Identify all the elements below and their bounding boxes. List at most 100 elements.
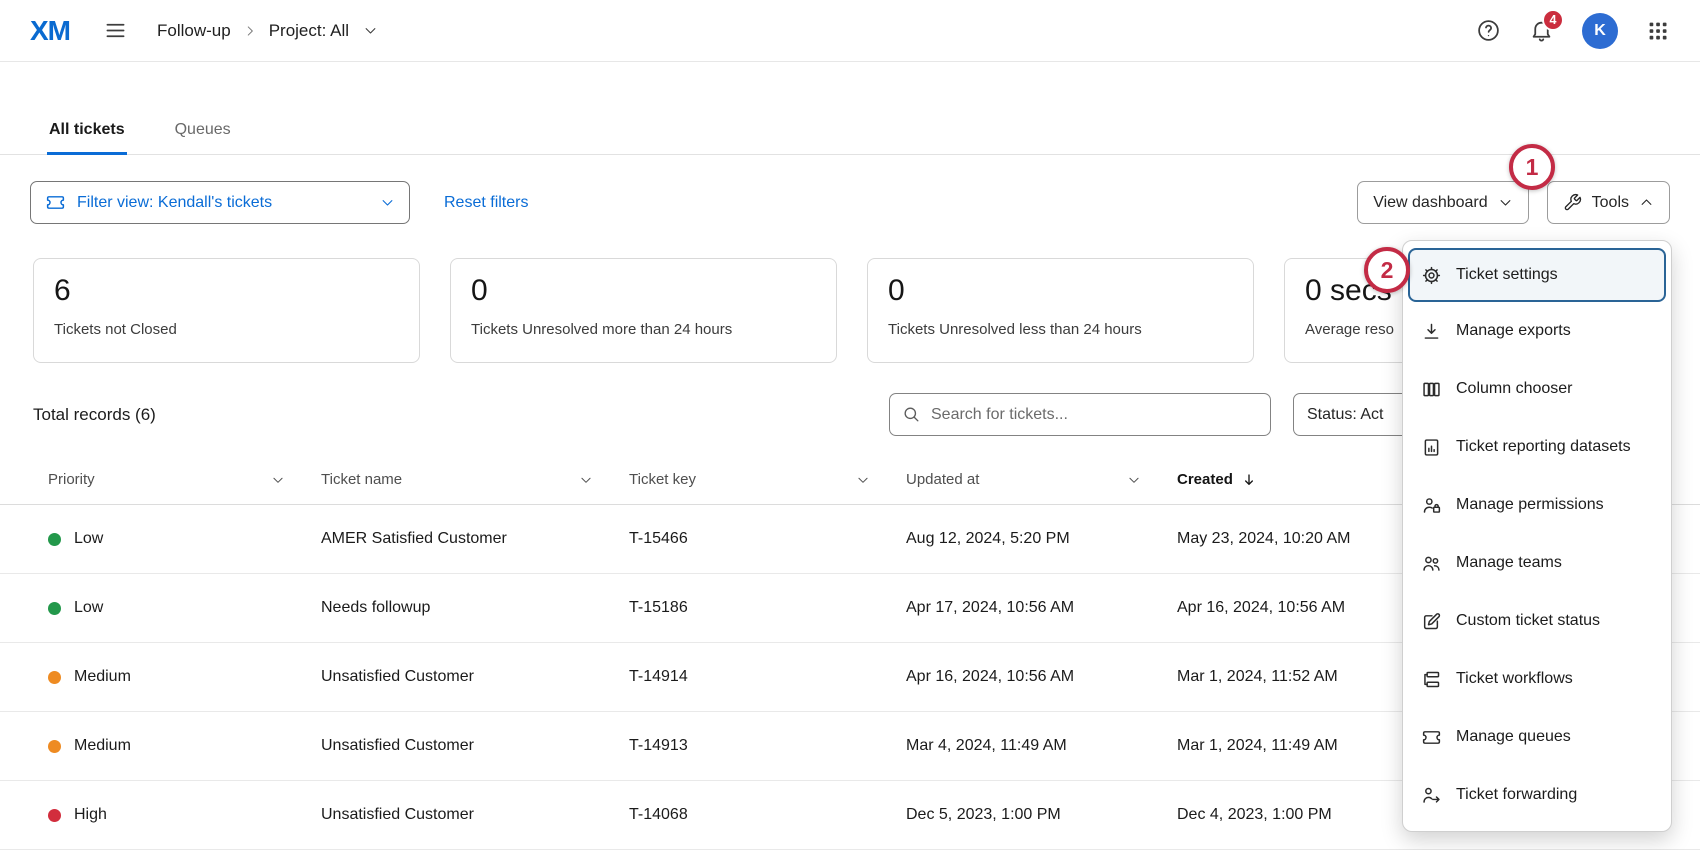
top-bar: XM Follow-up Project: All [0, 0, 1700, 62]
app-window: XM Follow-up Project: All [0, 0, 1700, 850]
priority-label: Medium [74, 737, 131, 755]
download-icon [1421, 321, 1442, 342]
menu-item-label: Manage teams [1456, 554, 1562, 572]
help-icon[interactable] [1476, 18, 1501, 43]
updated-at: Mar 4, 2024, 11:49 AM [906, 737, 1177, 755]
stat-label: Tickets Unresolved more than 24 hours [471, 321, 816, 338]
stat-card-unresolved-less-24h: 0 Tickets Unresolved less than 24 hours [867, 258, 1254, 363]
updated-at: Aug 12, 2024, 5:20 PM [906, 530, 1177, 548]
menu-item-manage-teams[interactable]: Manage teams [1403, 534, 1671, 592]
filter-view-dropdown[interactable]: Filter view: Kendall's tickets [30, 181, 410, 224]
priority-dot [48, 533, 61, 546]
avatar[interactable]: K [1582, 13, 1618, 49]
menu-item-ticket-reporting-datasets[interactable]: Ticket reporting datasets [1403, 418, 1671, 476]
priority-label: Low [74, 599, 103, 617]
forward-person-icon [1421, 785, 1442, 806]
columns-icon [1421, 379, 1442, 400]
chevron-down-icon [271, 473, 285, 487]
filter-row: Filter view: Kendall's tickets Reset fil… [30, 181, 1670, 224]
chevron-down-icon [380, 195, 395, 210]
ticket-key: T-14068 [629, 806, 906, 824]
workflow-icon [1421, 669, 1442, 690]
xm-logo: XM [30, 15, 70, 47]
view-dashboard-label: View dashboard [1373, 194, 1487, 212]
ticket-key: T-15186 [629, 599, 906, 617]
tab-queues[interactable]: Queues [173, 121, 233, 154]
column-label: Updated at [906, 471, 979, 488]
stat-value: 0 [888, 274, 1233, 308]
menu-item-ticket-workflows[interactable]: Ticket workflows [1403, 650, 1671, 708]
menu-item-label: Custom ticket status [1456, 612, 1600, 630]
notifications-bell-icon[interactable]: 4 [1529, 18, 1554, 43]
column-header-priority[interactable]: Priority [48, 471, 321, 488]
ticket-key: T-14913 [629, 737, 906, 755]
stat-value: 6 [54, 274, 399, 308]
menu-item-column-chooser[interactable]: Column chooser [1403, 360, 1671, 418]
edit-icon [1421, 611, 1442, 632]
stat-label: Tickets Unresolved less than 24 hours [888, 321, 1233, 338]
chevron-down-icon [1127, 473, 1141, 487]
column-header-ticket-key[interactable]: Ticket key [629, 471, 906, 488]
annotation-step-1: 1 [1509, 144, 1555, 190]
priority-label: Medium [74, 668, 131, 686]
breadcrumb: Follow-up Project: All [157, 21, 378, 41]
priority-dot [48, 671, 61, 684]
menu-item-label: Ticket reporting datasets [1456, 438, 1631, 456]
menu-item-custom-ticket-status[interactable]: Custom ticket status [1403, 592, 1671, 650]
menu-item-label: Manage queues [1456, 728, 1571, 746]
column-header-ticket-name[interactable]: Ticket name [321, 471, 629, 488]
chevron-down-icon [579, 473, 593, 487]
person-lock-icon [1421, 495, 1442, 516]
menu-item-label: Ticket forwarding [1456, 786, 1577, 804]
priority-label: High [74, 806, 107, 824]
tools-button[interactable]: Tools [1547, 181, 1670, 224]
stat-card-unresolved-more-24h: 0 Tickets Unresolved more than 24 hours [450, 258, 837, 363]
menu-item-manage-queues[interactable]: Manage queues [1403, 708, 1671, 766]
filter-view-label: Filter view: Kendall's tickets [77, 194, 369, 212]
status-filter-label: Status: Act [1307, 406, 1383, 424]
gear-icon [1421, 265, 1442, 286]
report-icon [1421, 437, 1442, 458]
column-label: Ticket name [321, 471, 402, 488]
chevron-down-icon[interactable] [363, 23, 378, 38]
search-input[interactable] [931, 406, 1258, 424]
people-icon [1421, 553, 1442, 574]
search-icon [902, 405, 921, 424]
updated-at: Apr 17, 2024, 10:56 AM [906, 599, 1177, 617]
menu-item-label: Manage exports [1456, 322, 1571, 340]
updated-at: Dec 5, 2023, 1:00 PM [906, 806, 1177, 824]
ticket-icon [45, 192, 66, 213]
ticket-key: T-15466 [629, 530, 906, 548]
apps-grid-icon[interactable] [1646, 19, 1670, 43]
menu-item-label: Manage permissions [1456, 496, 1604, 514]
reset-filters-link[interactable]: Reset filters [444, 194, 528, 212]
priority-dot [48, 809, 61, 822]
view-dashboard-button[interactable]: View dashboard [1357, 181, 1528, 224]
menu-item-manage-permissions[interactable]: Manage permissions [1403, 476, 1671, 534]
column-label: Created [1177, 471, 1233, 488]
priority-label: Low [74, 530, 103, 548]
ticket-search[interactable] [889, 393, 1271, 436]
breadcrumb-section[interactable]: Follow-up [157, 21, 231, 41]
priority-dot [48, 602, 61, 615]
menu-item-ticket-settings[interactable]: Ticket settings [1408, 248, 1666, 302]
menu-item-label: Ticket workflows [1456, 670, 1573, 688]
stat-card-tickets-not-closed: 6 Tickets not Closed [33, 258, 420, 363]
breadcrumb-project[interactable]: Project: All [269, 21, 349, 41]
annotation-step-2: 2 [1364, 247, 1410, 293]
column-label: Ticket key [629, 471, 696, 488]
stat-label: Tickets not Closed [54, 321, 399, 338]
menu-item-ticket-forwarding[interactable]: Ticket forwarding [1403, 766, 1671, 824]
chevron-up-icon [1639, 195, 1654, 210]
hamburger-menu-icon[interactable] [104, 19, 127, 42]
tools-label: Tools [1592, 194, 1629, 212]
ticket-name: Unsatisfied Customer [321, 668, 629, 686]
wrench-icon [1563, 193, 1582, 212]
notification-badge: 4 [1542, 9, 1564, 31]
column-label: Priority [48, 471, 95, 488]
menu-item-manage-exports[interactable]: Manage exports [1403, 302, 1671, 360]
column-header-updated-at[interactable]: Updated at [906, 471, 1177, 488]
ticket-name: Unsatisfied Customer [321, 806, 629, 824]
tab-all-tickets[interactable]: All tickets [47, 121, 127, 155]
ticket-key: T-14914 [629, 668, 906, 686]
